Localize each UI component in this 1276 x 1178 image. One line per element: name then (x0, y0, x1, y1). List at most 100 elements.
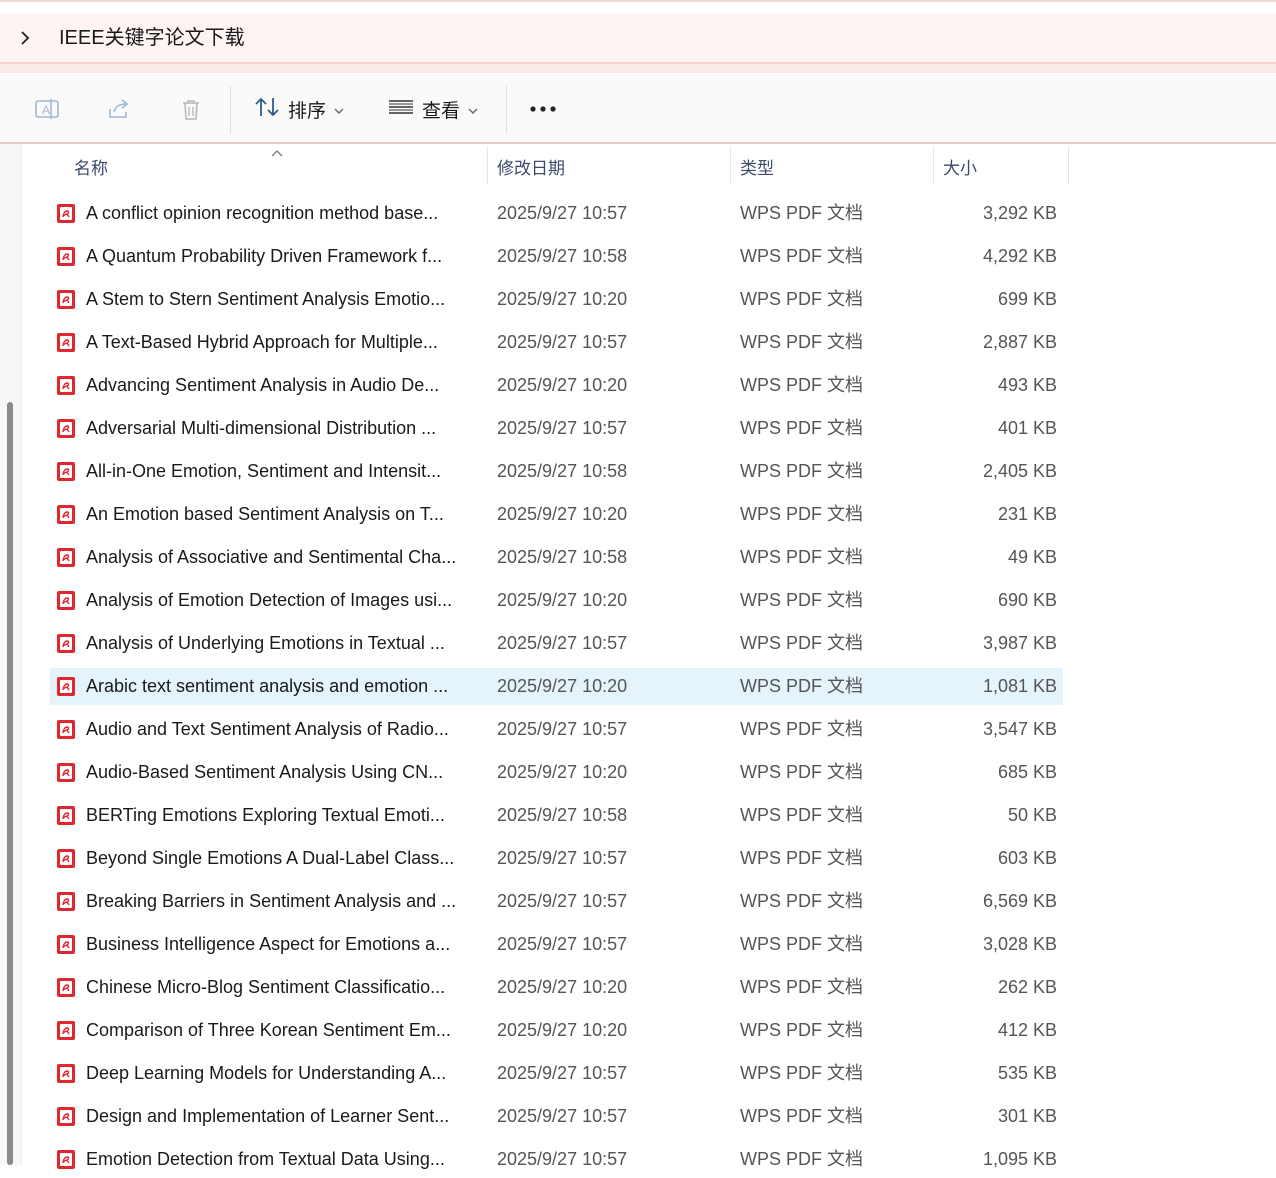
file-row[interactable]: Analysis of Emotion Detection of Images … (50, 582, 1063, 619)
file-size: 3,028 KB (982, 934, 1057, 954)
file-size: 6,569 KB (982, 891, 1057, 911)
file-row[interactable]: Analysis of Underlying Emotions in Textu… (50, 625, 1063, 662)
file-row[interactable]: BERTing Emotions Exploring Textual Emoti… (50, 797, 1063, 834)
file-name: Arabic text sentiment analysis and emoti… (86, 676, 449, 696)
file-name: A conflict opinion recognition method ba… (86, 203, 439, 223)
file-type: WPS PDF 文档 (740, 676, 864, 696)
pdf-file-icon (56, 1106, 76, 1127)
pdf-file-icon (56, 848, 76, 869)
file-date: 2025/9/27 10:20 (497, 375, 628, 395)
sort-button[interactable]: 排序 (254, 90, 344, 128)
file-date: 2025/9/27 10:57 (497, 1106, 628, 1126)
file-row[interactable]: A conflict opinion recognition method ba… (50, 195, 1063, 232)
file-type: WPS PDF 文档 (740, 934, 864, 954)
column-divider[interactable] (487, 146, 488, 184)
breadcrumb-folder[interactable]: IEEE关键字论文下载 (59, 24, 245, 52)
pdf-file-icon (56, 977, 76, 998)
file-type: WPS PDF 文档 (740, 1106, 864, 1126)
rename-icon[interactable]: A (32, 94, 62, 124)
file-type: WPS PDF 文档 (740, 246, 864, 266)
file-row[interactable]: Adversarial Multi-dimensional Distributi… (50, 410, 1063, 447)
file-row[interactable]: Emotion Detection from Textual Data Usin… (50, 1141, 1063, 1178)
pdf-file-icon (56, 332, 76, 353)
file-type: WPS PDF 文档 (740, 504, 864, 524)
column-header-size[interactable]: 大小 (943, 144, 1067, 188)
file-date: 2025/9/27 10:20 (497, 676, 628, 696)
scrollbar-thumb[interactable] (7, 402, 13, 1165)
sort-label: 排序 (288, 99, 327, 122)
file-row[interactable]: All-in-One Emotion, Sentiment and Intens… (50, 453, 1063, 490)
file-size: 4,292 KB (982, 246, 1057, 266)
file-size: 493 KB (997, 375, 1057, 395)
file-date: 2025/9/27 10:58 (497, 805, 628, 825)
column-divider[interactable] (730, 146, 731, 184)
delete-icon[interactable] (176, 94, 206, 124)
file-row[interactable]: Audio-Based Sentiment Analysis Using CN.… (50, 754, 1063, 791)
file-size: 699 KB (997, 289, 1057, 309)
file-row[interactable]: Beyond Single Emotions A Dual-Label Clas… (50, 840, 1063, 877)
file-date: 2025/9/27 10:57 (497, 332, 628, 352)
column-divider[interactable] (1068, 146, 1069, 184)
pdf-file-icon (56, 590, 76, 611)
file-name: All-in-One Emotion, Sentiment and Intens… (86, 461, 442, 481)
file-name: Audio-Based Sentiment Analysis Using CN.… (86, 762, 444, 782)
file-date: 2025/9/27 10:57 (497, 418, 628, 438)
file-name: Design and Implementation of Learner Sen… (86, 1106, 450, 1126)
view-list-icon (388, 97, 414, 122)
column-header-name[interactable]: 名称 (74, 144, 486, 188)
pdf-file-icon (56, 547, 76, 568)
file-row[interactable]: A Quantum Probability Driven Framework f… (50, 238, 1063, 275)
file-date: 2025/9/27 10:57 (497, 934, 628, 954)
chevron-right-icon[interactable] (14, 26, 36, 50)
divider (0, 62, 1276, 73)
file-row[interactable]: Chinese Micro-Blog Sentiment Classificat… (50, 969, 1063, 1006)
file-size: 1,081 KB (982, 676, 1057, 696)
file-row[interactable]: Audio and Text Sentiment Analysis of Rad… (50, 711, 1063, 748)
file-type: WPS PDF 文档 (740, 1063, 864, 1083)
file-row[interactable]: Advancing Sentiment Analysis in Audio De… (50, 367, 1063, 404)
file-type: WPS PDF 文档 (740, 1149, 864, 1169)
file-type: WPS PDF 文档 (740, 719, 864, 739)
pdf-file-icon (56, 891, 76, 912)
file-row[interactable]: Business Intelligence Aspect for Emotion… (50, 926, 1063, 963)
file-date: 2025/9/27 10:20 (497, 977, 628, 997)
file-row[interactable]: Breaking Barriers in Sentiment Analysis … (50, 883, 1063, 920)
file-row[interactable]: A Stem to Stern Sentiment Analysis Emoti… (50, 281, 1063, 318)
file-date: 2025/9/27 10:58 (497, 246, 628, 266)
pdf-file-icon (56, 633, 76, 654)
file-size: 50 KB (1007, 805, 1057, 825)
pdf-file-icon (56, 762, 76, 783)
file-size: 2,405 KB (982, 461, 1057, 481)
file-row[interactable]: Analysis of Associative and Sentimental … (50, 539, 1063, 576)
file-type: WPS PDF 文档 (740, 762, 864, 782)
pdf-file-icon (56, 461, 76, 482)
column-header-date[interactable]: 修改日期 (497, 144, 727, 188)
file-row[interactable]: Deep Learning Models for Understanding A… (50, 1055, 1063, 1092)
file-name: Beyond Single Emotions A Dual-Label Clas… (86, 848, 455, 868)
file-row[interactable]: Comparison of Three Korean Sentiment Em.… (50, 1012, 1063, 1049)
file-type: WPS PDF 文档 (740, 1020, 864, 1040)
file-row[interactable]: Arabic text sentiment analysis and emoti… (50, 668, 1063, 705)
pdf-file-icon (56, 676, 76, 697)
file-date: 2025/9/27 10:20 (497, 1020, 628, 1040)
file-size: 3,292 KB (982, 203, 1057, 223)
pdf-file-icon (56, 504, 76, 525)
file-row[interactable]: Design and Implementation of Learner Sen… (50, 1098, 1063, 1135)
file-name: A Text-Based Hybrid Approach for Multipl… (86, 332, 438, 352)
file-row[interactable]: An Emotion based Sentiment Analysis on T… (50, 496, 1063, 533)
file-date: 2025/9/27 10:58 (497, 547, 628, 567)
pdf-file-icon (56, 719, 76, 740)
more-icon[interactable] (528, 96, 558, 122)
file-date: 2025/9/27 10:57 (497, 848, 628, 868)
file-type: WPS PDF 文档 (740, 977, 864, 997)
view-button[interactable]: 查看 (388, 90, 478, 128)
share-icon[interactable] (104, 94, 134, 124)
file-date: 2025/9/27 10:57 (497, 203, 628, 223)
column-divider[interactable] (933, 146, 934, 184)
file-date: 2025/9/27 10:58 (497, 461, 628, 481)
file-date: 2025/9/27 10:20 (497, 289, 628, 309)
address-bar[interactable]: IEEE关键字论文下载 (0, 14, 1276, 62)
file-row[interactable]: A Text-Based Hybrid Approach for Multipl… (50, 324, 1063, 361)
file-name: Adversarial Multi-dimensional Distributi… (86, 418, 437, 438)
column-header-type[interactable]: 类型 (740, 144, 930, 188)
